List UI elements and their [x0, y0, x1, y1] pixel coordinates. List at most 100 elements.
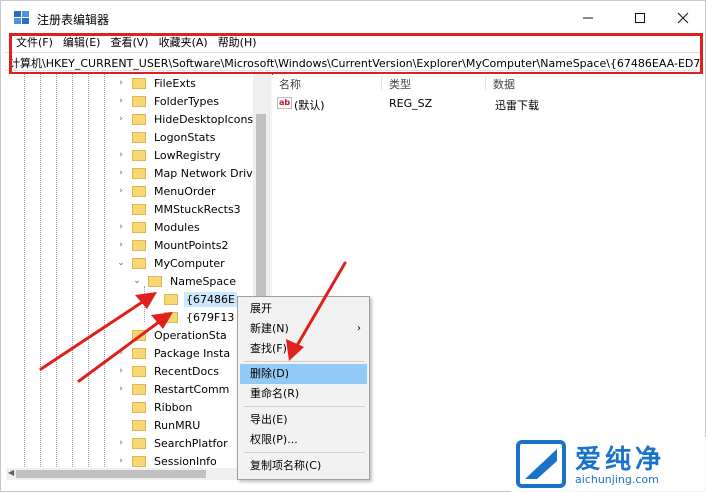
tree-guide-line — [144, 286, 145, 322]
menu-help[interactable]: 帮助(H) — [213, 35, 262, 51]
menu-item-label: 重命名(R) — [250, 387, 300, 400]
folder-icon — [132, 329, 146, 341]
folder-icon — [132, 419, 146, 431]
menu-separator — [244, 452, 365, 453]
menu-view[interactable]: 查看(V) — [105, 35, 153, 51]
tree-guide-line — [24, 74, 25, 479]
menu-separator — [244, 361, 365, 362]
tree-item-label: NameSpace — [170, 274, 236, 288]
menu-item-label: 复制项名称(C) — [250, 459, 322, 472]
menu-file[interactable]: 文件(F) — [11, 35, 58, 51]
tree-item[interactable]: RunMRU — [116, 416, 202, 434]
tree-item[interactable]: MMStuckRects3 — [116, 200, 243, 218]
tree-horizontal-scrollbar[interactable]: ◀ — [6, 468, 253, 480]
menu-favorites[interactable]: 收藏夹(A) — [154, 35, 213, 51]
string-value-icon: ab — [277, 97, 292, 109]
tree-item-label: LogonStats — [154, 130, 216, 144]
maximize-button[interactable] — [617, 1, 663, 35]
folder-icon — [132, 149, 146, 161]
tree-item[interactable]: › MountPoints2 — [116, 236, 231, 254]
expand-arrow-icon[interactable]: › — [116, 186, 126, 196]
tree-item-label: Modules — [154, 220, 200, 234]
watermark-url: aichunjing.com — [575, 473, 659, 486]
tree-item[interactable]: Ribbon — [116, 398, 194, 416]
expand-arrow-icon[interactable]: › — [116, 384, 126, 394]
column-divider[interactable] — [485, 76, 486, 90]
expand-arrow-icon[interactable]: › — [116, 78, 126, 88]
tree-guide-line — [88, 74, 89, 479]
column-divider[interactable] — [381, 76, 382, 90]
expand-arrow-icon[interactable]: › — [116, 114, 126, 124]
column-header-name[interactable]: 名称 — [279, 76, 301, 92]
tree-item[interactable]: › Modules — [116, 218, 202, 236]
tree-item-label: Map Network Drive — [154, 166, 260, 180]
tree-item-label: FileExts — [154, 76, 196, 90]
tree-item[interactable]: › RestartComm — [116, 380, 231, 398]
column-header-type[interactable]: 类型 — [389, 76, 411, 92]
tree-item[interactable]: OperationSta — [116, 326, 229, 344]
context-menu-find[interactable]: 查找(F)... — [240, 339, 367, 359]
column-header-data[interactable]: 数据 — [493, 76, 515, 92]
expand-arrow-icon[interactable]: › — [116, 96, 126, 106]
value-name: (默认) — [294, 99, 325, 112]
context-menu-expand[interactable]: 展开 — [240, 299, 367, 319]
folder-icon — [132, 167, 146, 179]
tree-item[interactable]: › LowRegistry — [116, 146, 223, 164]
expand-arrow-icon[interactable]: › — [116, 438, 126, 448]
context-menu-copy-key-name[interactable]: 复制项名称(C) — [240, 456, 367, 476]
tree-item-67486e-selected[interactable]: {67486E — [148, 290, 237, 308]
expand-arrow-icon[interactable]: › — [116, 366, 126, 376]
expand-arrow-icon[interactable]: › — [116, 168, 126, 178]
tree-item-label: RecentDocs — [154, 364, 219, 378]
folder-icon — [148, 275, 162, 287]
tree-item-679f13[interactable]: {679F13 — [148, 308, 236, 326]
scroll-left-arrow-icon[interactable]: ◀ — [8, 468, 14, 477]
scrollbar-thumb[interactable] — [16, 470, 206, 478]
collapse-arrow-icon[interactable]: ⌄ — [132, 276, 142, 286]
tree-guide-line — [40, 74, 41, 479]
tree-item[interactable]: LogonStats — [116, 128, 217, 146]
tree-item-mycomputer[interactable]: ⌄ MyComputer — [116, 254, 227, 272]
tree-item[interactable]: › Package Insta — [116, 344, 232, 362]
menu-item-label: 删除(D) — [250, 367, 290, 380]
menu-item-label: 新建(N) — [250, 322, 289, 335]
tree-item-label: Ribbon — [154, 400, 193, 414]
watermark-logo-icon — [516, 440, 566, 488]
context-menu-delete[interactable]: 删除(D) — [240, 364, 367, 384]
folder-icon — [132, 455, 146, 467]
tree-guide-line — [72, 74, 73, 479]
context-menu-permissions[interactable]: 权限(P)... — [240, 430, 367, 450]
context-menu-rename[interactable]: 重命名(R) — [240, 384, 367, 404]
expand-arrow-icon[interactable]: › — [116, 348, 126, 358]
tree-item[interactable]: › SearchPlatfor — [116, 434, 230, 452]
table-row[interactable]: ab (默认) REG_SZ 迅雷下载 — [277, 96, 697, 112]
tree-item[interactable]: › HideDesktopIcons — [116, 110, 255, 128]
context-menu-new[interactable]: 新建(N) › — [240, 319, 367, 339]
address-path[interactable]: 计算机\HKEY_CURRENT_USER\Software\Microsoft… — [9, 55, 703, 70]
tree-item-namespace[interactable]: ⌄ NameSpace — [132, 272, 238, 290]
key-tree-pane: › FileExts › FolderTypes › HideDesktopIc… — [6, 74, 269, 479]
registry-app-icon — [14, 11, 29, 24]
close-button[interactable] — [660, 1, 706, 35]
expand-arrow-icon[interactable]: › — [116, 222, 126, 232]
folder-icon — [132, 185, 146, 197]
expand-arrow-icon[interactable]: › — [116, 240, 126, 250]
expand-arrow-icon[interactable]: › — [116, 150, 126, 160]
maximize-icon — [635, 13, 645, 23]
menu-item-label: 权限(P)... — [250, 433, 298, 446]
value-type: REG_SZ — [389, 97, 433, 110]
tree-item[interactable]: › FileExts — [116, 74, 198, 92]
minimize-button[interactable] — [565, 1, 611, 35]
address-bar[interactable]: 计算机\HKEY_CURRENT_USER\Software\Microsoft… — [5, 52, 703, 71]
collapse-arrow-icon[interactable]: ⌄ — [116, 258, 126, 268]
expand-arrow-icon[interactable]: › — [116, 456, 126, 466]
menu-edit[interactable]: 编辑(E) — [58, 35, 106, 51]
folder-icon — [132, 383, 146, 395]
tree-item[interactable]: › FolderTypes — [116, 92, 221, 110]
tree-item[interactable]: › Map Network Drive — [116, 164, 261, 182]
tree-item-label: OperationSta — [154, 328, 227, 342]
tree-item[interactable]: › RecentDocs — [116, 362, 221, 380]
tree-item-label: LowRegistry — [154, 148, 221, 162]
tree-item[interactable]: › MenuOrder — [116, 182, 217, 200]
context-menu-export[interactable]: 导出(E) — [240, 410, 367, 430]
